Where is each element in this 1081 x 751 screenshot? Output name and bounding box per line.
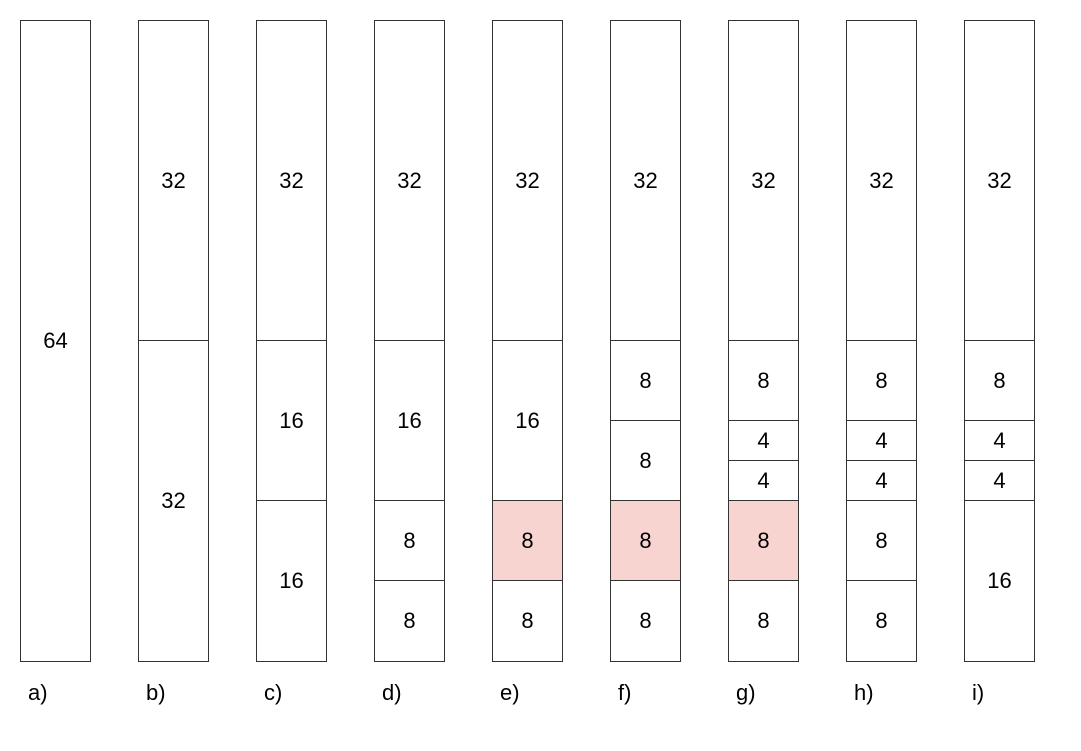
- memory-block: 32: [729, 21, 798, 341]
- memory-block: 8: [847, 341, 916, 421]
- column-label: a): [20, 680, 48, 706]
- memory-column: 328888: [610, 20, 681, 662]
- memory-block: 16: [375, 341, 444, 501]
- column-wrapper: 64 a): [20, 20, 91, 706]
- column-label: e): [492, 680, 520, 706]
- diagram-container: 64a)3232b)321616c)321688d)321688e)328888…: [20, 20, 1061, 706]
- column-label: c): [256, 680, 282, 706]
- memory-block: 32: [375, 21, 444, 341]
- memory-block: 8: [375, 501, 444, 581]
- memory-block: 8: [847, 501, 916, 581]
- memory-block: 32: [847, 21, 916, 341]
- memory-block: 8: [375, 581, 444, 661]
- memory-block: 32: [257, 21, 326, 341]
- memory-block: 16: [965, 501, 1034, 661]
- memory-block: 8: [729, 581, 798, 661]
- memory-column: 64: [20, 20, 91, 662]
- memory-block: 64: [21, 21, 90, 661]
- column-wrapper: 321688d): [374, 20, 445, 706]
- memory-block: 4: [729, 421, 798, 461]
- memory-block: 4: [965, 461, 1034, 501]
- memory-column: 3284488: [846, 20, 917, 662]
- column-wrapper: 3284488h): [846, 20, 917, 706]
- memory-block: 8: [847, 581, 916, 661]
- column-wrapper: 321688e): [492, 20, 563, 706]
- column-label: b): [138, 680, 166, 706]
- memory-column: 321688: [492, 20, 563, 662]
- column-label: d): [374, 680, 402, 706]
- column-wrapper: 328888f): [610, 20, 681, 706]
- column-label: f): [610, 680, 631, 706]
- column-wrapper: 3284416i): [964, 20, 1035, 706]
- column-label: h): [846, 680, 874, 706]
- memory-block-highlighted: 8: [729, 501, 798, 581]
- column-wrapper: 3232 b): [138, 20, 209, 706]
- memory-block: 16: [493, 341, 562, 501]
- column-label: g): [728, 680, 756, 706]
- memory-block: 32: [139, 21, 208, 341]
- memory-block: 8: [611, 341, 680, 421]
- memory-column: 321616: [256, 20, 327, 662]
- memory-block: 32: [965, 21, 1034, 341]
- memory-block: 32: [139, 341, 208, 661]
- memory-block-highlighted: 8: [493, 501, 562, 581]
- memory-block: 32: [611, 21, 680, 341]
- column-label: i): [964, 680, 984, 706]
- memory-block: 4: [729, 461, 798, 501]
- column-wrapper: 321616c): [256, 20, 327, 706]
- memory-block: 4: [847, 461, 916, 501]
- memory-block: 4: [965, 421, 1034, 461]
- memory-block: 8: [965, 341, 1034, 421]
- memory-column: 3284488: [728, 20, 799, 662]
- memory-block: 4: [847, 421, 916, 461]
- memory-column: 3232: [138, 20, 209, 662]
- memory-block: 16: [257, 501, 326, 661]
- memory-block: 32: [493, 21, 562, 341]
- column-wrapper: 3284488g): [728, 20, 799, 706]
- memory-column: 321688: [374, 20, 445, 662]
- memory-block: 8: [729, 341, 798, 421]
- memory-block: 8: [611, 581, 680, 661]
- memory-column: 3284416: [964, 20, 1035, 662]
- memory-block-highlighted: 8: [611, 501, 680, 581]
- memory-block: 8: [611, 421, 680, 501]
- memory-block: 8: [493, 581, 562, 661]
- memory-block: 16: [257, 341, 326, 501]
